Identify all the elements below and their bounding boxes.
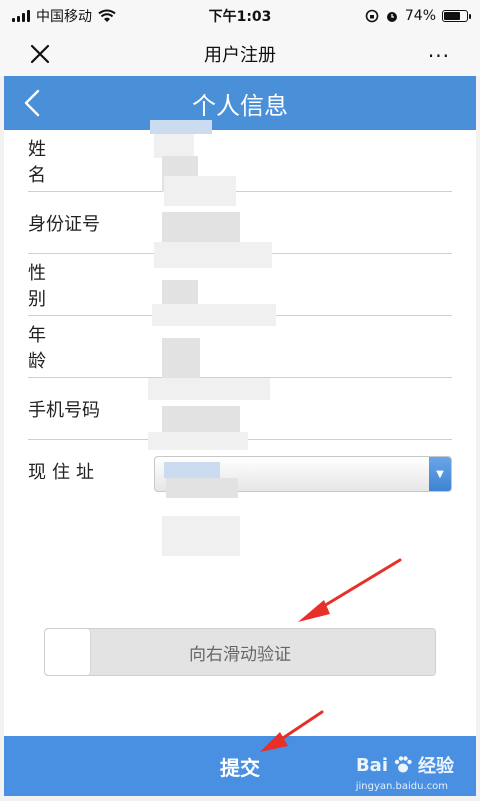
slide-verify[interactable]: 向右滑动验证 — [44, 628, 436, 676]
battery-fill — [444, 12, 461, 20]
id-number-label: 身份证号 — [28, 213, 100, 235]
watermark-suffix: 经验 — [418, 756, 454, 777]
annotation-arrow-icon — [298, 558, 402, 622]
wifi-icon — [98, 9, 116, 22]
baidu-watermark: Bai 经验 — [356, 752, 454, 778]
paw-icon — [394, 756, 412, 773]
status-time: 下午1:03 — [208, 9, 272, 25]
age-label: 年 龄 — [28, 324, 128, 372]
redacted-block — [164, 462, 220, 478]
status-right: 74% — [365, 8, 471, 24]
rotation-lock-icon — [365, 9, 379, 23]
redacted-block — [162, 338, 200, 378]
dropdown-arrow-icon[interactable]: ▼ — [429, 457, 451, 491]
more-icon[interactable]: ··· — [428, 44, 450, 68]
slider-label: 向右滑动验证 — [189, 644, 291, 665]
redacted-block — [164, 176, 236, 206]
page-title: 个人信息 — [192, 91, 288, 120]
registration-page: 个人信息 姓 名 身份证号 性 别 年 龄 手机号码 现住址 ▼ 向右滑动验证 … — [4, 76, 476, 796]
battery-icon — [442, 10, 471, 22]
redacted-block — [166, 478, 238, 498]
status-left: 中国移动 — [12, 6, 116, 26]
redacted-block — [152, 304, 276, 326]
redacted-block — [148, 378, 270, 400]
address-label: 现住址 — [28, 462, 100, 483]
close-icon[interactable] — [26, 40, 54, 68]
nav-bar: 用户注册 ··· — [0, 32, 480, 76]
alarm-icon — [386, 12, 397, 22]
nav-title: 用户注册 — [204, 45, 276, 66]
signal-icon — [12, 10, 30, 22]
redacted-block — [162, 406, 240, 434]
status-bar: 中国移动 下午1:03 74% — [0, 0, 480, 32]
watermark-brand: Bai — [355, 754, 388, 776]
battery-percent: 74% — [404, 8, 436, 24]
redacted-block — [162, 212, 240, 246]
carrier-name: 中国移动 — [36, 9, 92, 25]
slider-handle[interactable] — [45, 629, 91, 675]
gender-label: 性 别 — [28, 262, 128, 310]
redacted-block — [154, 134, 194, 158]
annotation-arrow-icon — [260, 710, 324, 752]
name-label: 姓 名 — [28, 138, 128, 186]
phone-label: 手机号码 — [28, 399, 100, 421]
form-row-name: 姓 名 — [28, 130, 452, 192]
redacted-block — [154, 242, 272, 268]
redacted-block — [148, 432, 248, 450]
watermark-url: jingyan.baidu.com — [355, 781, 448, 792]
redacted-block — [150, 120, 212, 134]
page-header: 个人信息 — [4, 76, 476, 130]
redacted-block — [162, 280, 198, 304]
redacted-block — [162, 516, 240, 556]
back-arrow-icon[interactable] — [14, 85, 50, 121]
